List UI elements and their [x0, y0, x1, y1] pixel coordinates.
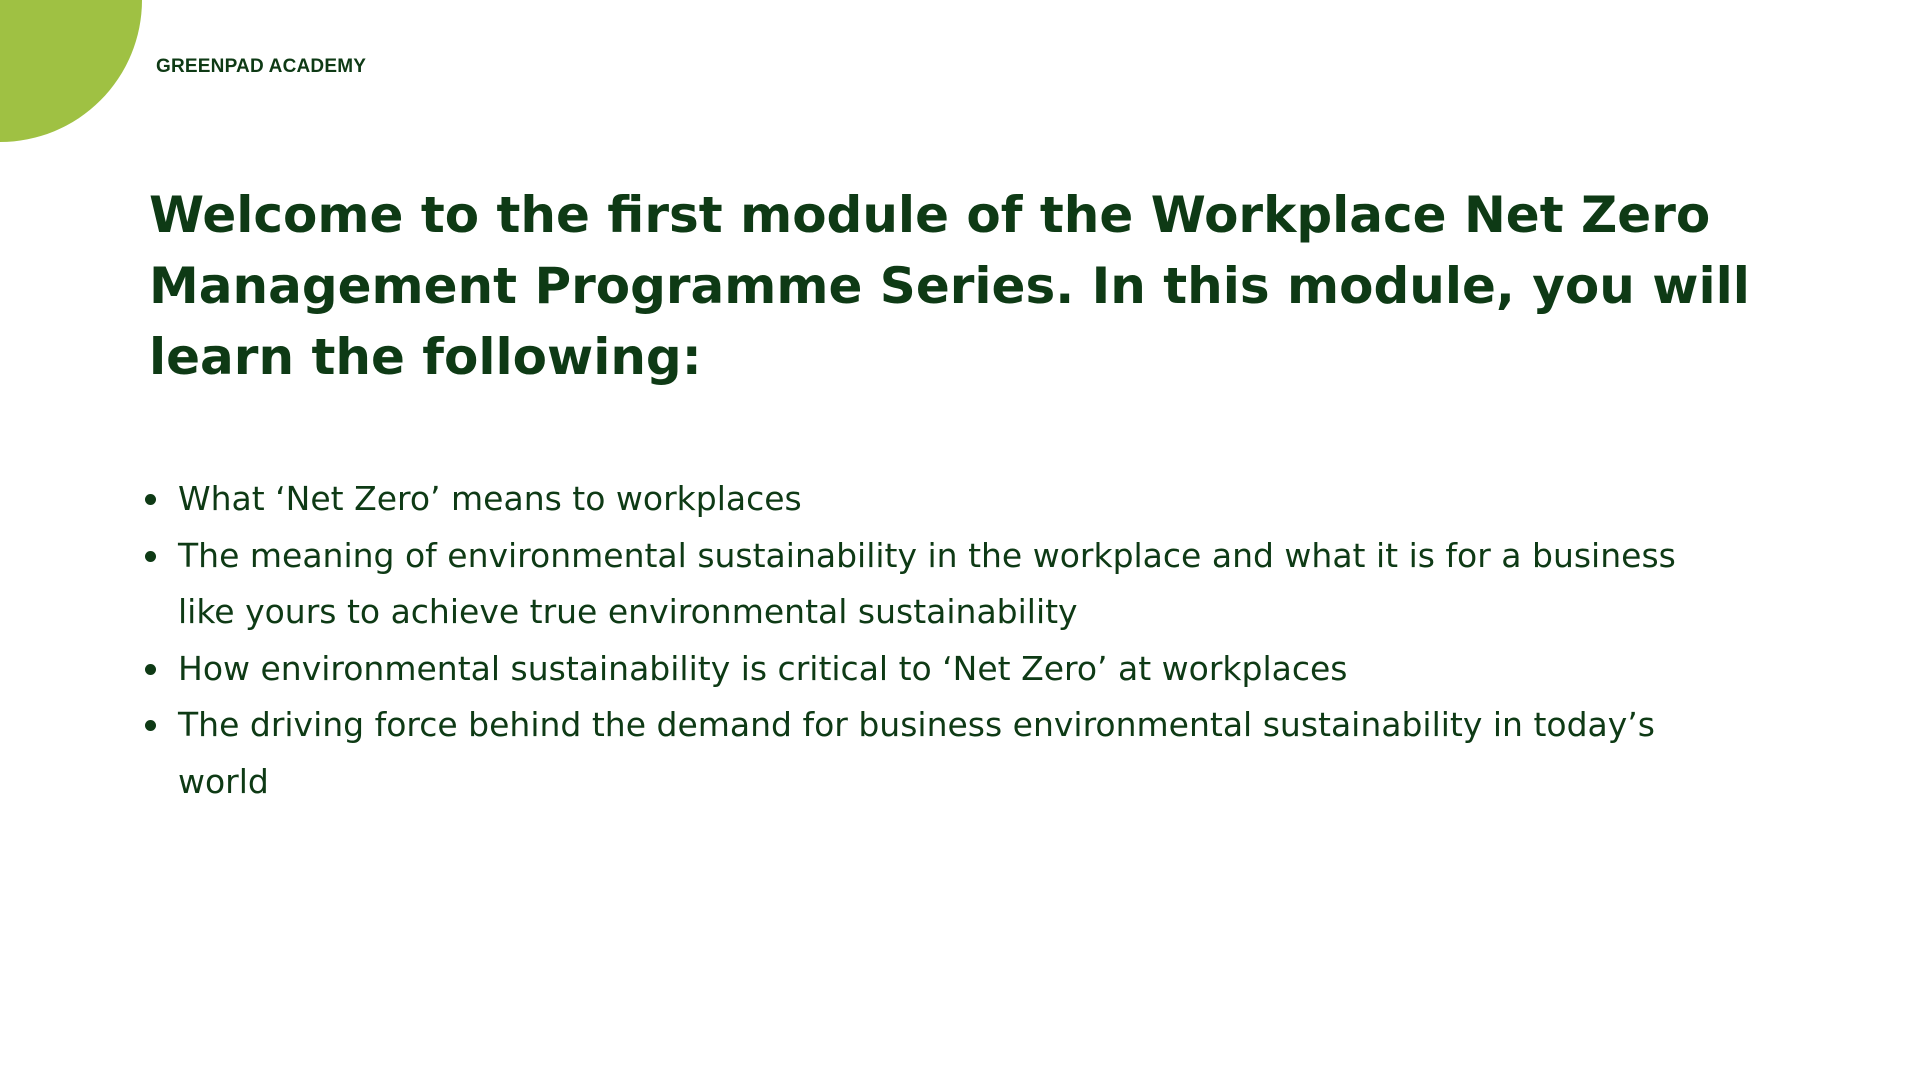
brand-label: GREENPAD ACADEMY — [156, 56, 367, 77]
bullet-icon — [145, 663, 156, 675]
list-item: How environmental sustainability is crit… — [145, 641, 1738, 698]
corner-circle-decoration — [0, 0, 142, 142]
slide: GREENPAD ACADEMY Welcome to the first mo… — [0, 0, 1920, 1080]
learning-objectives-list: What ‘Net Zero’ means to workplaces The … — [145, 471, 1738, 810]
bullet-icon — [145, 494, 156, 505]
bullet-icon — [145, 550, 156, 562]
list-item: The meaning of environmental sustainabil… — [145, 528, 1738, 641]
list-item-text: How environmental sustainability is crit… — [178, 648, 1348, 688]
list-item: What ‘Net Zero’ means to workplaces — [145, 471, 1738, 528]
list-item-text: The meaning of environmental sustainabil… — [178, 535, 1676, 632]
bullet-icon — [145, 720, 156, 731]
list-item: The driving force behind the demand for … — [145, 697, 1738, 810]
list-item-text: What ‘Net Zero’ means to workplaces — [178, 479, 802, 518]
list-item-text: The driving force behind the demand for … — [178, 705, 1655, 801]
module-intro-headline: Welcome to the first module of the Workp… — [149, 186, 1750, 386]
